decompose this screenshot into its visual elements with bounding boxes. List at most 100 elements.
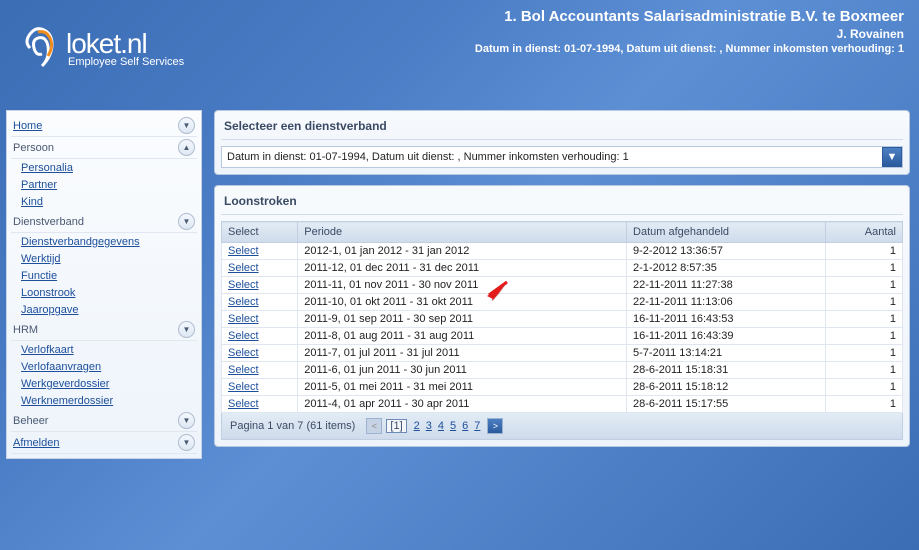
page-link[interactable]: 4 — [435, 420, 447, 432]
prev-page-button: < — [366, 418, 382, 434]
table-row: Select2011-8, 01 aug 2011 - 31 aug 20111… — [222, 328, 903, 345]
sidebar-item-kind[interactable]: Kind — [11, 194, 197, 210]
chevron-down-icon: ▼ — [178, 117, 195, 134]
select-link[interactable]: Select — [228, 330, 259, 342]
current-page: [1] — [386, 419, 406, 433]
cell-aantal: 1 — [825, 345, 902, 362]
cell-datum: 28-6-2011 15:18:12 — [627, 379, 826, 396]
combo-dropdown-button[interactable]: ▼ — [882, 147, 902, 167]
cell-datum: 16-11-2011 16:43:53 — [627, 311, 826, 328]
col-aantal: Aantal — [825, 222, 902, 243]
page-link[interactable]: 7 — [471, 420, 483, 432]
cell-datum: 28-6-2011 15:18:31 — [627, 362, 826, 379]
cell-datum: 22-11-2011 11:27:38 — [627, 277, 826, 294]
table-row: Select2011-7, 01 jul 2011 - 31 jul 20115… — [222, 345, 903, 362]
sidebar-item-dienstverbandgegevens[interactable]: Dienstverbandgegevens — [11, 234, 197, 250]
sidebar-group-persoon[interactable]: Persoon▲ — [11, 137, 197, 159]
table-row: Select 2011-5, 01 mei 2011 - 31 mei 20112… — [222, 379, 903, 396]
user-name: J. Rovainen — [475, 27, 904, 41]
table-row: Select2012-1, 01 jan 2012 - 31 jan 20129… — [222, 243, 903, 260]
sidebar-group-label: Home — [13, 120, 42, 132]
sidebar-item-werkgeverdossier[interactable]: Werkgeverdossier — [11, 376, 197, 392]
table-row: Select 2011-10, 01 okt 2011 - 31 okt 2011… — [222, 294, 903, 311]
cell-aantal: 1 — [825, 311, 902, 328]
select-link[interactable]: Select — [228, 347, 259, 359]
sidebar-item-loonstrook[interactable]: Loonstrook — [11, 285, 197, 301]
table-header-row: Select Periode Datum afgehandeld Aantal — [222, 222, 903, 243]
cell-datum: 16-11-2011 16:43:39 — [627, 328, 826, 345]
cell-periode: 2011-6, 01 jun 2011 - 30 jun 2011 — [298, 362, 627, 379]
cell-datum: 22-11-2011 11:13:06 — [627, 294, 826, 311]
pager: Pagina 1 van 7 (61 items) < [1] 234567 > — [221, 413, 903, 440]
sidebar-group-label: Beheer — [13, 415, 48, 427]
cell-aantal: 1 — [825, 379, 902, 396]
cell-aantal: 1 — [825, 243, 902, 260]
select-link[interactable]: Select — [228, 398, 259, 410]
sidebar: Home▼Persoon▲PersonaliaPartnerKindDienst… — [6, 110, 202, 459]
chevron-down-icon: ▼ — [887, 151, 898, 163]
next-page-button[interactable]: > — [487, 418, 503, 434]
chevron-left-icon: < — [372, 421, 377, 431]
page-link[interactable]: 6 — [459, 420, 471, 432]
sidebar-item-werktijd[interactable]: Werktijd — [11, 251, 197, 267]
chevron-right-icon: > — [493, 421, 498, 431]
cell-aantal: 1 — [825, 396, 902, 413]
col-datum: Datum afgehandeld — [627, 222, 826, 243]
sidebar-group-label: Persoon — [13, 142, 54, 154]
select-link[interactable]: Select — [228, 245, 259, 257]
cell-periode: 2011-8, 01 aug 2011 - 31 aug 2011 — [298, 328, 627, 345]
cell-periode: 2011-4, 01 apr 2011 - 30 apr 2011 — [298, 396, 627, 413]
chevron-down-icon: ▼ — [178, 321, 195, 338]
cell-periode: 2011-10, 01 okt 2011 - 31 okt 2011 — [298, 294, 627, 311]
select-link[interactable]: Select — [228, 296, 259, 308]
select-link[interactable]: Select — [228, 279, 259, 291]
select-link[interactable]: Select — [228, 364, 259, 376]
sidebar-group-beheer[interactable]: Beheer ▼ — [11, 410, 197, 432]
payslips-panel: Loonstroken Select Periode Datum afgehan… — [214, 185, 910, 447]
sidebar-item-functie[interactable]: Functie — [11, 268, 197, 284]
select-link[interactable]: Select — [228, 381, 259, 393]
sidebar-item-verlofaanvragen[interactable]: Verlofaanvragen — [11, 359, 197, 375]
select-link[interactable]: Select — [228, 313, 259, 325]
chevron-down-icon: ▼ — [178, 412, 195, 429]
panel-title: Selecteer een dienstverband — [221, 117, 903, 140]
sidebar-group-afmelden[interactable]: Afmelden▼ — [11, 432, 197, 454]
table-row: Select2011-11, 01 nov 2011 - 30 nov 2011… — [222, 277, 903, 294]
header-info: 1. Bol Accountants Salarisadministratie … — [475, 8, 904, 55]
select-employment-panel: Selecteer een dienstverband Datum in die… — [214, 110, 910, 175]
sidebar-group-label: HRM — [13, 324, 38, 336]
col-select: Select — [222, 222, 298, 243]
employment-detail: Datum in dienst: 01-07-1994, Datum uit d… — [475, 43, 904, 55]
grid-title: Loonstroken — [221, 192, 903, 215]
combo-value: Datum in dienst: 01-07-1994, Datum uit d… — [222, 149, 882, 165]
sidebar-item-partner[interactable]: Partner — [11, 177, 197, 193]
pager-summary: Pagina 1 van 7 (61 items) — [230, 420, 355, 432]
cell-aantal: 1 — [825, 294, 902, 311]
sidebar-item-personalia[interactable]: Personalia — [11, 160, 197, 176]
logo-icon — [22, 22, 60, 74]
payslips-table: Select Periode Datum afgehandeld Aantal … — [221, 221, 903, 413]
sidebar-item-jaaropgave[interactable]: Jaaropgave — [11, 302, 197, 318]
employment-combo[interactable]: Datum in dienst: 01-07-1994, Datum uit d… — [221, 146, 903, 168]
table-row: Select 2011-4, 01 apr 2011 - 30 apr 20112… — [222, 396, 903, 413]
select-link[interactable]: Select — [228, 262, 259, 274]
cell-periode: 2012-1, 01 jan 2012 - 31 jan 2012 — [298, 243, 627, 260]
sidebar-group-label: Afmelden — [13, 437, 59, 449]
page-link[interactable]: 5 — [447, 420, 459, 432]
sidebar-group-hrm[interactable]: HRM ▼ — [11, 319, 197, 341]
page-link[interactable]: 3 — [423, 420, 435, 432]
cell-aantal: 1 — [825, 328, 902, 345]
company-name: 1. Bol Accountants Salarisadministratie … — [475, 8, 904, 25]
sidebar-group-home[interactable]: Home ▼ — [11, 115, 197, 137]
table-row: Select2011-9, 01 sep 2011 - 30 sep 20111… — [222, 311, 903, 328]
cell-datum: 5-7-2011 13:14:21 — [627, 345, 826, 362]
logo-tagline: Employee Self Services — [66, 56, 184, 68]
sidebar-group-dienstverband[interactable]: Dienstverband▼ — [11, 211, 197, 233]
page-link[interactable]: 2 — [411, 420, 423, 432]
cell-datum: 28-6-2011 15:17:55 — [627, 396, 826, 413]
sidebar-item-werknemerdossier[interactable]: Werknemerdossier — [11, 393, 197, 409]
sidebar-item-verlofkaart[interactable]: Verlofkaart — [11, 342, 197, 358]
cell-periode: 2011-5, 01 mei 2011 - 31 mei 2011 — [298, 379, 627, 396]
cell-aantal: 1 — [825, 260, 902, 277]
cell-datum: 2-1-2012 8:57:35 — [627, 260, 826, 277]
